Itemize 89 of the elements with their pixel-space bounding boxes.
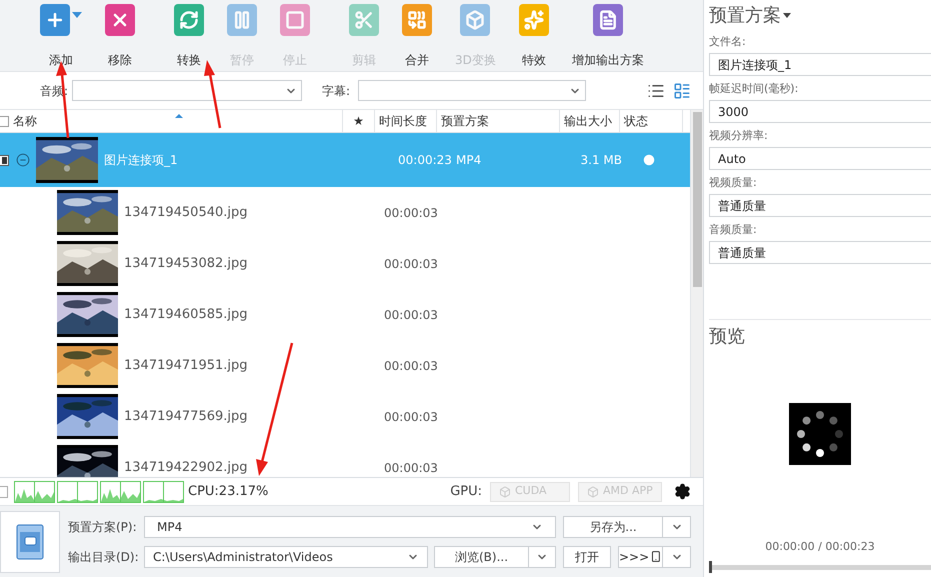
chevron-left-icon[interactable] — [0, 486, 8, 498]
column-header[interactable]: ★ — [353, 112, 364, 130]
cube-icon — [460, 4, 490, 36]
field-label: 帧延迟时间(毫秒): — [709, 81, 800, 97]
audio-dropdown[interactable] — [72, 80, 302, 101]
dropdown-button[interactable] — [663, 516, 691, 538]
duration: 00:00:03 — [384, 408, 438, 426]
dropdown-button[interactable] — [663, 546, 691, 568]
merge-icon — [402, 4, 432, 36]
file-name: 134719450540.jpg — [124, 204, 248, 222]
preview-title: 预览 — [709, 325, 746, 349]
close-icon — [105, 4, 135, 36]
scissors-icon — [349, 4, 379, 36]
save-as-button[interactable]: 另存为... — [563, 516, 663, 538]
panel-title[interactable]: 预置方案 — [709, 2, 781, 29]
toolbar-button[interactable]: 移除 — [97, 4, 143, 66]
output-folder-label: 输出目录(D): — [68, 548, 140, 566]
output-size: 3.1 MB — [580, 152, 622, 169]
annotation-arrow — [204, 60, 222, 128]
slider-handle[interactable] — [709, 561, 712, 573]
chip-icon — [587, 486, 599, 498]
loading-spinner-icon — [789, 403, 851, 466]
document-icon — [592, 4, 623, 36]
toolbar-button[interactable]: 合并 — [394, 4, 440, 66]
pause-icon — [227, 4, 257, 36]
collapse-icon[interactable] — [16, 153, 30, 167]
duration: 00:00:23 — [398, 152, 453, 169]
field-label: 视频分辨率: — [709, 128, 769, 144]
toolbar-button[interactable]: 添加 — [32, 4, 90, 66]
cpu-graph — [57, 480, 98, 502]
duration: 00:00:03 — [384, 306, 438, 324]
open-button[interactable]: 打开 — [563, 546, 611, 568]
duration: 00:00:03 — [384, 460, 438, 476]
input-field[interactable]: 普通质量 — [709, 194, 931, 217]
browse-button[interactable]: 浏览(B)... — [434, 546, 529, 568]
scrollbar[interactable] — [690, 110, 703, 477]
dropdown-button[interactable] — [529, 546, 556, 568]
input-field[interactable]: 图片连接项_1 — [709, 53, 931, 76]
caret-icon[interactable] — [783, 13, 791, 18]
header-checkbox[interactable] — [0, 116, 9, 126]
file-name: 134719471951.jpg — [124, 356, 248, 375]
refresh-icon — [174, 4, 204, 36]
device-icon — [650, 550, 662, 563]
field-label: 音频质量: — [709, 222, 758, 238]
column-header[interactable]: 名称 — [13, 112, 37, 130]
preset-name: MP4 — [456, 152, 482, 169]
input-field[interactable]: Auto — [709, 147, 931, 170]
seek-slider[interactable] — [709, 561, 931, 573]
cpu-graph — [14, 480, 55, 502]
input-field[interactable]: 3000 — [709, 100, 931, 123]
cpu-graph — [143, 480, 184, 502]
stop-icon — [280, 4, 310, 36]
detail-view-icon[interactable] — [673, 82, 691, 100]
input-field[interactable]: 普通质量 — [709, 241, 931, 264]
subtitle-label: 字幕: — [322, 82, 350, 100]
output-folder-dropdown[interactable]: C:\Users\Administrator\Videos — [144, 546, 428, 568]
preset-dropdown[interactable]: MP4 — [144, 516, 556, 538]
file-name: 134719453082.jpg — [124, 254, 248, 273]
column-header[interactable]: 预置方案 — [441, 112, 489, 130]
duration: 00:00:03 — [384, 358, 438, 374]
column-header[interactable]: 状态 — [624, 112, 648, 130]
cpu-usage: CPU:23.17% — [188, 482, 268, 501]
playback-time: 00:00:00 / 00:00:23 — [765, 538, 875, 554]
toolbar-button[interactable]: 增加输出方案 — [564, 4, 652, 66]
field-label: 视频质量: — [709, 175, 758, 191]
gpu-label: GPU: — [450, 482, 482, 501]
sparkle-icon — [518, 4, 549, 36]
file-name: 图片连接项_1 — [104, 152, 179, 169]
checkbox[interactable] — [0, 154, 9, 166]
clock-icon — [642, 153, 656, 167]
subtitle-dropdown[interactable] — [358, 80, 586, 101]
film-icon — [15, 524, 45, 560]
column-header[interactable]: 时间长度 — [379, 112, 427, 130]
field-label: 文件名: — [709, 34, 747, 50]
toolbar-button[interactable]: 特效 — [510, 4, 557, 66]
column-header[interactable]: 输出大小 — [564, 112, 612, 130]
send-to-device-button[interactable]: >>> — [618, 546, 663, 568]
toolbar-button[interactable]: 转换 — [166, 4, 212, 66]
plus-icon — [40, 4, 70, 36]
file-name: 134719460585.jpg — [124, 306, 248, 324]
preset-label: 预置方案(P): — [68, 518, 138, 536]
sort-caret-icon — [175, 114, 183, 118]
duration: 00:00:03 — [384, 204, 438, 222]
chip-icon — [499, 486, 511, 498]
settings-icon[interactable] — [674, 483, 691, 500]
cpu-graph — [100, 480, 141, 502]
file-name: 134719477569.jpg — [124, 408, 248, 426]
duration: 00:00:03 — [384, 256, 438, 272]
file-name: 134719422902.jpg — [124, 458, 248, 477]
